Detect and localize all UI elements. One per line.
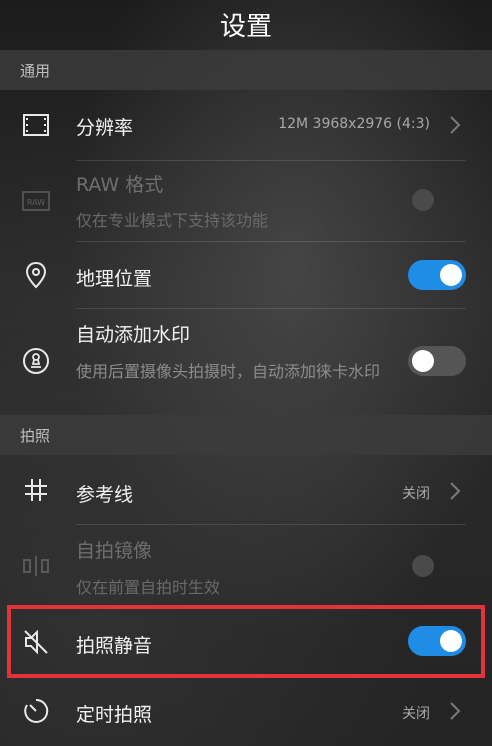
timer-value: 关闭 xyxy=(402,706,430,722)
setting-selfie-mirror[interactable]: 自拍镜像 仅在前置自拍时生效 xyxy=(0,525,492,605)
watermark-stamp-icon xyxy=(22,347,50,375)
timer-icon xyxy=(22,697,50,725)
resolution-label: 分辨率 xyxy=(76,117,134,139)
grid-lines-label: 参考线 xyxy=(76,484,134,506)
section-label: 拍照 xyxy=(20,426,51,445)
page-title: 设置 xyxy=(219,11,272,42)
chevron-right-icon xyxy=(448,481,462,501)
location-toggle[interactable] xyxy=(408,260,466,290)
watermark-label: 自动添加水印 xyxy=(76,324,191,346)
section-header-general: 通用 xyxy=(0,50,492,90)
watermark-toggle[interactable] xyxy=(408,346,466,376)
section-header-photo: 拍照 xyxy=(0,415,492,455)
section-label: 通用 xyxy=(20,61,51,80)
grid-lines-value: 关闭 xyxy=(402,486,430,502)
setting-timer[interactable]: 定时拍照 关闭 xyxy=(0,680,492,746)
raw-icon: RAW xyxy=(22,187,50,215)
resolution-value: 12M 3968x2976 (4:3) xyxy=(278,116,430,132)
location-label: 地理位置 xyxy=(76,268,153,290)
selfie-mirror-label: 自拍镜像 xyxy=(76,540,153,562)
setting-resolution[interactable]: 分辨率 12M 3968x2976 (4:3) xyxy=(0,90,492,160)
raw-format-label: RAW 格式 xyxy=(76,174,164,196)
raw-format-description: 仅在专业模式下支持该功能 xyxy=(76,211,269,230)
mirror-icon xyxy=(22,552,50,580)
grid-icon xyxy=(22,476,50,504)
watermark-description: 使用后置摄像头拍摄时，自动添加徕卡水印 xyxy=(76,362,381,381)
setting-location[interactable]: 地理位置 xyxy=(0,242,492,308)
chevron-right-icon xyxy=(448,115,462,135)
highlight-box xyxy=(7,605,485,678)
setting-raw-format[interactable]: RAW RAW 格式 仅在专业模式下支持该功能 xyxy=(0,161,492,241)
chevron-right-icon xyxy=(448,701,462,721)
timer-label: 定时拍照 xyxy=(76,704,153,726)
selfie-mirror-toggle[interactable] xyxy=(408,551,466,581)
raw-format-toggle[interactable] xyxy=(408,185,466,215)
setting-watermark[interactable]: 自动添加水印 使用后置摄像头拍摄时，自动添加徕卡水印 xyxy=(0,309,492,413)
svg-text:RAW: RAW xyxy=(27,198,45,207)
resolution-icon xyxy=(22,111,50,139)
setting-grid-lines[interactable]: 参考线 关闭 xyxy=(0,456,492,524)
location-pin-icon xyxy=(22,261,50,289)
selfie-mirror-description: 仅在前置自拍时生效 xyxy=(76,578,221,597)
